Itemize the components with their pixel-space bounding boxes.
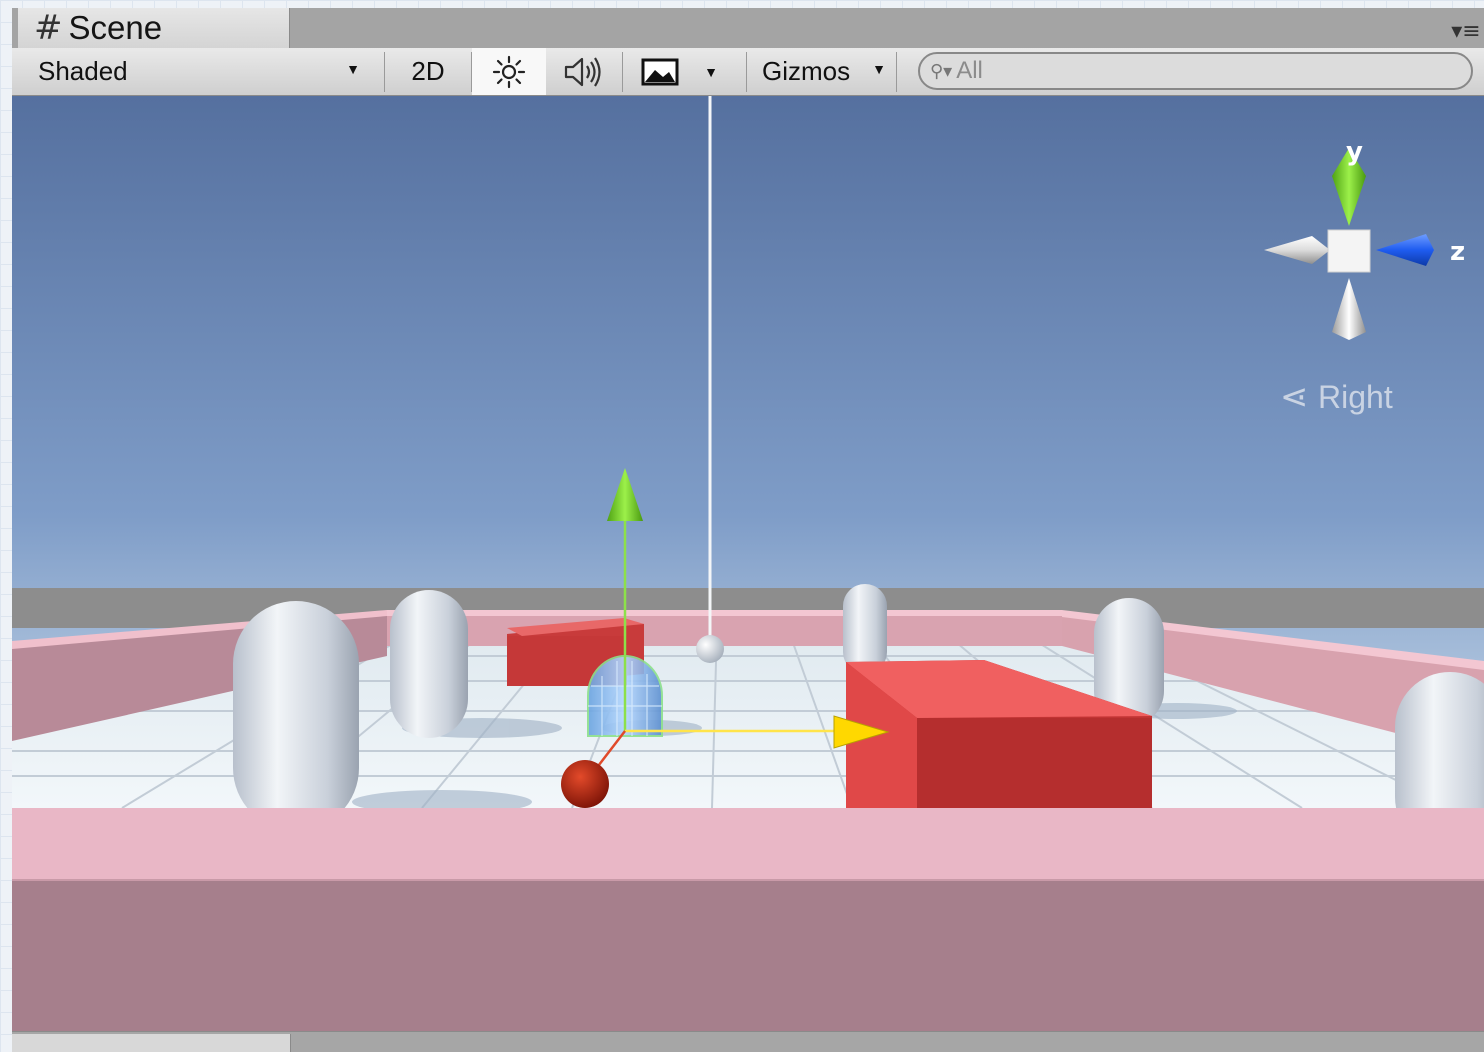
wall-front-top [12,808,1484,880]
toolbar-divider [622,52,623,92]
chevron-down-icon: ▼ [346,61,360,77]
capsule-back-left [390,590,468,738]
small-sphere [696,635,724,663]
gizmo-y-label: y [1346,137,1363,167]
tab-scene[interactable]: # Scene [18,8,290,48]
search-input[interactable]: ⚲▾ All [918,52,1473,90]
mode-2d-button[interactable]: 2D [386,48,470,95]
sun-icon [492,55,526,88]
bottom-panel-strip [12,1031,1484,1052]
effects-dropdown-button[interactable]: ▼ [696,48,726,95]
gizmo-center-cube[interactable] [1327,229,1371,273]
wall-back [387,614,1062,646]
audio-toggle-button[interactable] [547,48,621,95]
toolbar-divider [896,52,897,92]
tab-scene-label: Scene [68,9,163,46]
toolbar-divider [384,52,385,92]
gizmos-label: Gizmos [762,56,851,86]
effects-toggle-button[interactable] [624,48,696,95]
view-direction-label: Right [1318,379,1393,415]
draw-mode-label: Shaded [38,56,128,86]
capsule-front-left [233,601,359,831]
search-icon: ⚲▾ [930,60,953,82]
speaker-icon [564,56,601,87]
draw-mode-dropdown[interactable]: Shaded ▼ [22,48,368,95]
scene-window: # Scene ▾≡ Shaded ▼ 2D ▼ Gizmos ▼ ⚲▾ All… [12,8,1484,1052]
wall-front [12,880,1484,1031]
image-icon [641,58,679,85]
gizmo-z-label: z [1450,237,1465,267]
panel-menu-icon[interactable]: ▾≡ [1448,20,1484,44]
tab-bar: # Scene ▾≡ [12,8,1484,48]
scene-viewport[interactable]: y z ⋖ Right [12,96,1484,1031]
back-arrow-icon: ⋖ [1280,377,1309,417]
toolbar-divider [746,52,747,92]
wall-back-top [387,610,1062,616]
gizmos-dropdown[interactable]: Gizmos ▼ [748,48,894,95]
chevron-down-icon: ▼ [704,63,718,80]
scene-toolbar: Shaded ▼ 2D ▼ Gizmos ▼ ⚲▾ All [12,48,1484,96]
ball-object[interactable] [561,760,609,808]
lighting-toggle-button[interactable] [472,48,546,95]
mode-2d-label: 2D [411,56,445,86]
chevron-down-icon: ▼ [872,61,886,77]
grid-hash-icon: # [34,8,63,48]
bottom-panel-tab[interactable] [12,1034,291,1052]
capsule-back-center [843,584,887,674]
search-placeholder: All [956,57,983,84]
